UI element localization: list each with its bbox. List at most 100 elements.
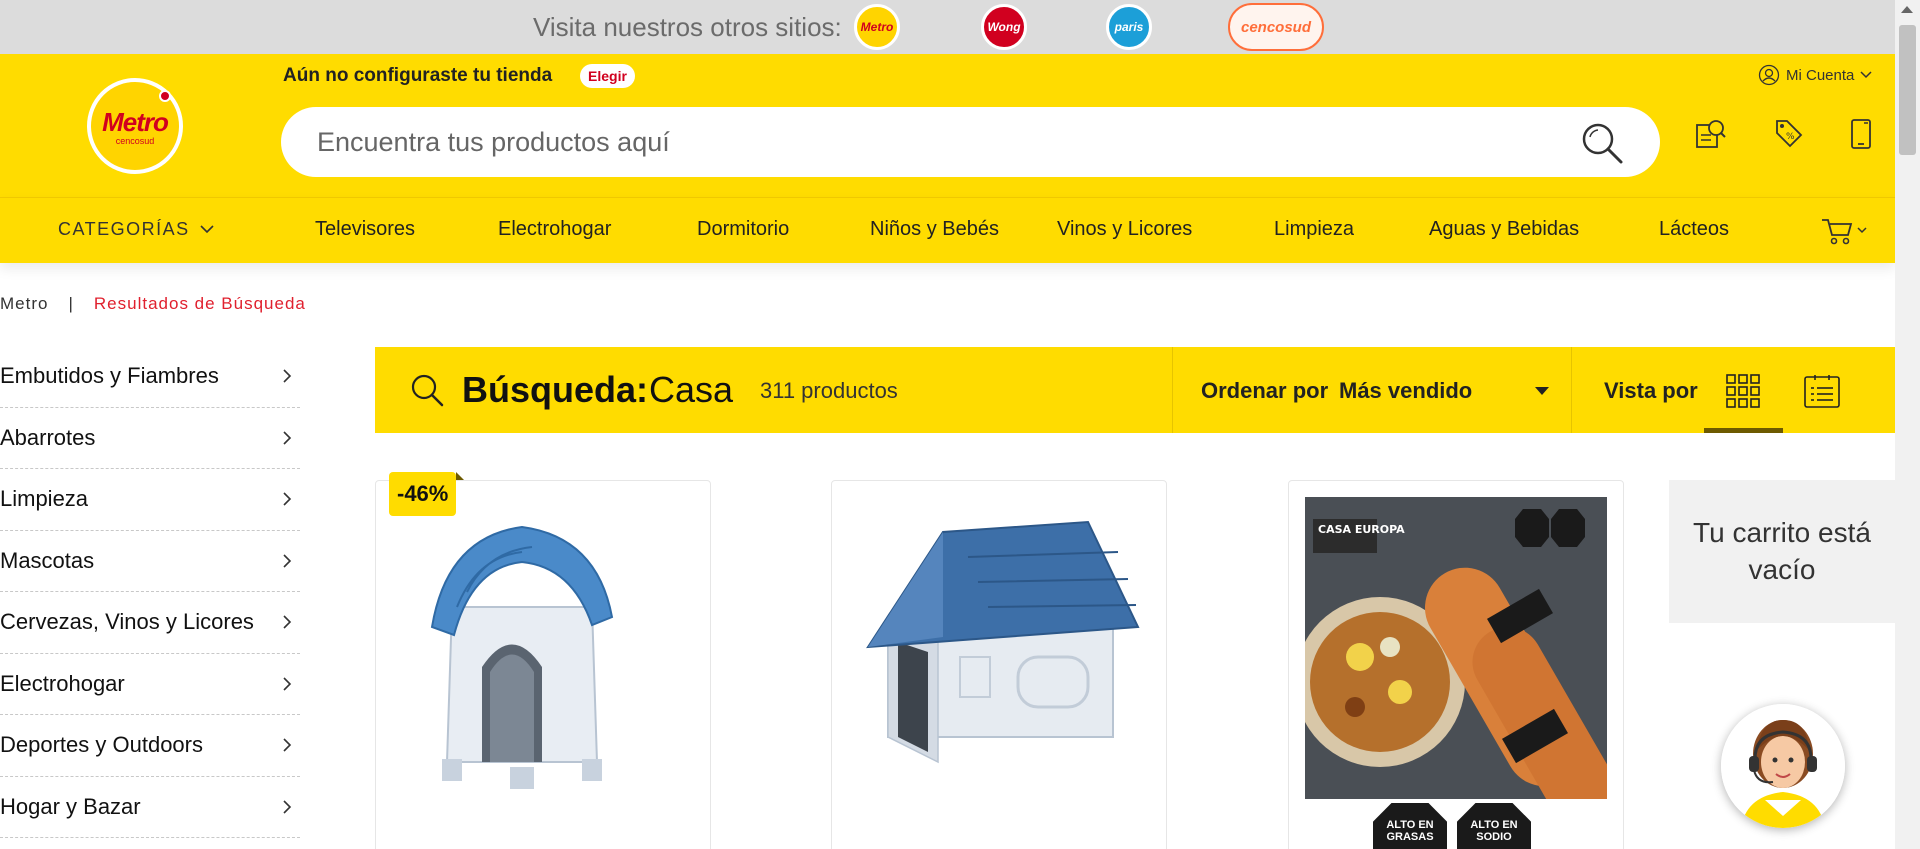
- categories-label: CATEGORÍAS: [58, 219, 190, 239]
- sidebar-item-abarrotes[interactable]: Abarrotes: [0, 408, 300, 469]
- phone-icon[interactable]: [1844, 117, 1878, 151]
- grid-view-icon[interactable]: [1725, 373, 1761, 409]
- chevron-right-icon: [283, 492, 292, 506]
- sidebar-item-cervezas[interactable]: Cervezas, Vinos y Licores: [0, 592, 300, 654]
- paris-site-logo[interactable]: paris: [1106, 4, 1152, 50]
- sidebar-item-label: Hogar y Bazar: [0, 793, 141, 819]
- divider: [1571, 347, 1572, 433]
- metro-site-logo[interactable]: Metro: [854, 4, 900, 50]
- nav-item-dormitorio[interactable]: Dormitorio: [697, 218, 789, 241]
- store-message: Aún no configuraste tu tienda: [283, 65, 553, 86]
- list-view-icon[interactable]: [1803, 373, 1841, 409]
- chevron-right-icon: [283, 615, 292, 629]
- cart-icon[interactable]: [1820, 215, 1870, 247]
- search-results-label: Búsqueda:: [462, 369, 649, 410]
- sidebar-item-label: Abarrotes: [0, 424, 96, 450]
- product-image[interactable]: [392, 497, 694, 799]
- warning-high-fat: ALTO EN GRASAS: [1373, 803, 1447, 849]
- nav-item-lacteos[interactable]: Lácteos: [1659, 218, 1729, 241]
- nav-item-limpieza[interactable]: Limpieza: [1274, 218, 1354, 241]
- view-label: Vista por: [1604, 378, 1698, 403]
- sister-sites-bar: Visita nuestros otros sitios: Metro Wong…: [0, 0, 1895, 54]
- coupon-tag-icon[interactable]: %: [1771, 117, 1805, 151]
- chevron-down-icon: [1860, 71, 1872, 79]
- sidebar-item-label: Electrohogar: [0, 670, 125, 696]
- user-icon: [1758, 64, 1780, 86]
- wong-site-logo[interactable]: Wong: [981, 4, 1027, 50]
- product-brand-text: CASA EUROPA: [1318, 523, 1405, 536]
- wong-site-label: Wong: [987, 20, 1021, 34]
- results-count: 311 productos: [760, 378, 898, 403]
- caret-down-icon[interactable]: [1535, 387, 1549, 395]
- sidebar-item-embutidos[interactable]: Embutidos y Fiambres: [0, 346, 300, 408]
- nav-item-electrohogar[interactable]: Electrohogar: [498, 218, 611, 241]
- chevron-right-icon: [283, 554, 292, 568]
- sidebar-item-mascotas[interactable]: Mascotas: [0, 531, 300, 592]
- brand-sub: cencosud: [115, 135, 155, 146]
- sister-sites-label: Visita nuestros otros sitios:: [533, 12, 842, 42]
- nav-item-vinos-licores[interactable]: Vinos y Licores: [1057, 218, 1192, 241]
- category-sidebar: Embutidos y Fiambres Abarrotes Limpieza …: [0, 346, 300, 838]
- choose-store-button[interactable]: Elegir: [580, 64, 635, 88]
- sidebar-item-label: Limpieza: [0, 486, 89, 512]
- chevron-right-icon: [283, 738, 292, 752]
- warning-high-sodium: ALTO EN SODIO: [1457, 803, 1531, 849]
- svg-text:%: %: [1786, 132, 1795, 142]
- breadcrumb-current: Resultados de Búsqueda: [93, 294, 306, 313]
- sidebar-item-label: Cervezas, Vinos y Licores: [0, 609, 254, 635]
- sidebar-item-label: Mascotas: [0, 547, 95, 573]
- nav-item-televisores[interactable]: Televisores: [315, 218, 415, 241]
- paris-site-label: paris: [1114, 20, 1144, 34]
- chevron-down-icon: [200, 225, 214, 234]
- tarjeta-cencosud-logo[interactable]: cencosud: [1228, 3, 1324, 51]
- chevron-right-icon: [283, 677, 292, 691]
- nav-item-aguas-bebidas[interactable]: Aguas y Bebidas: [1429, 218, 1579, 241]
- nav-item-ninos-bebes[interactable]: Niños y Bebés: [870, 218, 999, 241]
- breadcrumb-home[interactable]: Metro: [0, 294, 48, 314]
- scrollbar-thumb[interactable]: [1899, 25, 1916, 155]
- my-account-label: Mi Cuenta: [1786, 66, 1855, 84]
- product-card[interactable]: CASA EUROPA ALTO EN GRASAS ALTO EN SODIO: [1288, 480, 1624, 849]
- categories-menu-button[interactable]: CATEGORÍAS: [58, 219, 214, 240]
- breadcrumb-separator: |: [68, 294, 74, 313]
- mini-cart: Tu carrito está vacío: [1669, 480, 1895, 623]
- chat-assistant-avatar[interactable]: [1721, 704, 1845, 828]
- chevron-right-icon: [283, 800, 292, 814]
- product-image[interactable]: CASA EUROPA: [1305, 497, 1607, 799]
- catalog-search-icon[interactable]: [1694, 117, 1728, 151]
- metro-brand-logo[interactable]: Metro cencosud: [87, 78, 183, 174]
- main-header: Metro cencosud Aún no configuraste tu ti…: [0, 54, 1895, 197]
- search-box: [281, 107, 1660, 177]
- my-account-menu[interactable]: Mi Cuenta: [1758, 64, 1872, 86]
- sidebar-item-deportes[interactable]: Deportes y Outdoors: [0, 715, 300, 777]
- product-image[interactable]: [848, 497, 1150, 799]
- category-nav: CATEGORÍAS Televisores Electrohogar Dorm…: [0, 197, 1895, 263]
- search-term: Casa: [649, 369, 734, 410]
- active-view-indicator: [1704, 428, 1783, 433]
- search-results-bar: Búsqueda: Casa 311 productos Ordenar por…: [375, 347, 1895, 433]
- scroll-up-arrow-icon[interactable]: [1901, 6, 1913, 13]
- sidebar-item-label: Embutidos y Fiambres: [0, 363, 219, 389]
- nutrition-warnings: ALTO EN GRASAS ALTO EN SODIO: [1373, 803, 1531, 849]
- breadcrumb: Metro | Resultados de Búsqueda: [0, 294, 306, 314]
- search-input[interactable]: [317, 107, 1537, 177]
- sidebar-item-electrohogar[interactable]: Electrohogar: [0, 654, 300, 715]
- divider: [1172, 347, 1173, 433]
- search-icon[interactable]: [1580, 121, 1624, 165]
- sort-label: Ordenar por: [1201, 378, 1329, 403]
- metro-site-label: Metro: [860, 20, 894, 34]
- product-card[interactable]: -46%: [375, 472, 711, 849]
- empty-cart-message: Tu carrito está vacío: [1693, 517, 1871, 585]
- product-card[interactable]: [831, 480, 1167, 849]
- chevron-right-icon: [283, 431, 292, 445]
- brand-dot: [159, 90, 171, 102]
- brand-name: Metro: [102, 106, 169, 137]
- agent-avatar-icon: [1721, 704, 1845, 828]
- search-icon: [411, 374, 444, 407]
- sidebar-item-label: Deportes y Outdoors: [0, 732, 203, 758]
- chevron-right-icon: [283, 369, 292, 383]
- tarjeta-cencosud-label: cencosud: [1240, 18, 1312, 36]
- sidebar-item-hogar-bazar[interactable]: Hogar y Bazar: [0, 777, 300, 838]
- sidebar-item-limpieza[interactable]: Limpieza: [0, 469, 300, 531]
- sort-select[interactable]: Más vendido: [1339, 378, 1472, 404]
